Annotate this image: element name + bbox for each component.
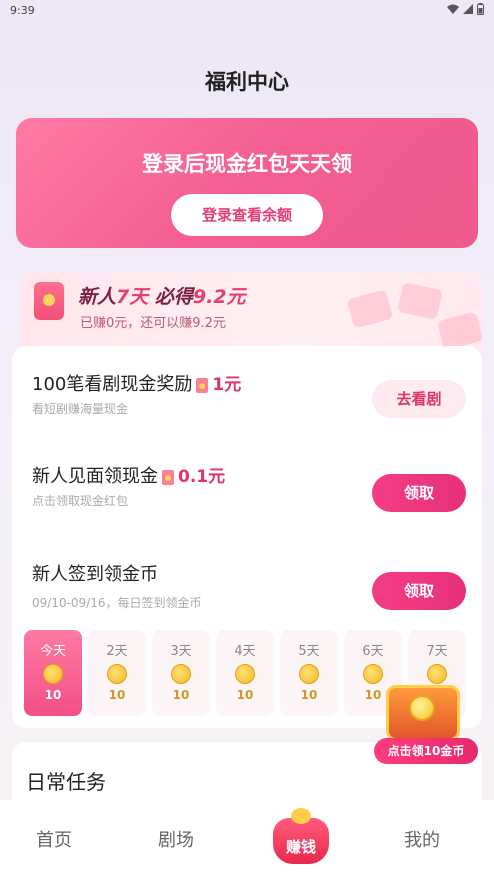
go-watch-button[interactable]: 去看剧 xyxy=(372,380,466,418)
checkin-day-5[interactable]: 5天 10 xyxy=(280,630,338,716)
signal-icon xyxy=(463,4,473,17)
day-label: 4天 xyxy=(234,644,256,659)
mini-envelope-icon xyxy=(196,377,209,393)
wifi-icon xyxy=(447,4,459,17)
daily-tasks-title: 日常任务 xyxy=(26,770,106,794)
checkin-day-1[interactable]: 今天 10 xyxy=(24,630,82,716)
login-check-balance-button[interactable]: 登录查看余额 xyxy=(171,194,323,236)
task-title: 新人签到领金币 xyxy=(32,564,158,585)
task-row-newbie-cash: 新人见面领现金 0.1元 点击领取现金红包 领取 xyxy=(12,460,482,520)
treasure-chest-button[interactable]: 点击领10金币 xyxy=(374,738,478,764)
day-amount: 10 xyxy=(44,688,62,702)
decorative-envelope-icon xyxy=(436,311,484,351)
day-label: 2天 xyxy=(106,644,128,659)
newbie-bonus-title: 新人7天 必得9.2元 xyxy=(78,282,246,309)
day-label: 7天 xyxy=(426,644,448,659)
decorative-envelope-icon xyxy=(346,289,394,329)
task-reward: 1元 xyxy=(212,375,242,395)
newbie-title-amount: 9.2元 xyxy=(192,286,246,308)
task-desc: 看短剧赚海量现金 xyxy=(32,402,129,416)
task-desc: 09/10-09/16，每日签到领金币 xyxy=(32,596,202,610)
task-row-watch-drama: 100笔看剧现金奖励 1元 看短剧赚海量现金 去看剧 xyxy=(12,368,482,428)
newbie-bonus-card: 新人7天 必得9.2元 已赚0元，还可以赚9.2元 xyxy=(20,272,484,357)
red-envelope-icon xyxy=(34,282,64,320)
coin-icon xyxy=(107,664,127,684)
money-bag-knot xyxy=(291,808,311,824)
claim-cash-button[interactable]: 领取 xyxy=(372,474,466,512)
coin-icon xyxy=(43,664,63,684)
day-amount: 10 xyxy=(172,688,190,702)
day-label: 今天 xyxy=(39,644,66,659)
tab-theater[interactable]: 剧场 xyxy=(158,826,194,852)
checkin-day-4[interactable]: 4天 10 xyxy=(216,630,274,716)
task-title: 100笔看剧现金奖励 1元 xyxy=(32,370,241,396)
battery-icon xyxy=(477,3,484,18)
day-amount: 10 xyxy=(300,688,318,702)
bottom-tab-bar: 首页 剧场 赚钱 我的 xyxy=(0,800,494,879)
tab-mine[interactable]: 我的 xyxy=(404,826,440,852)
day-label: 3天 xyxy=(170,644,192,659)
status-time: 9:39 xyxy=(10,4,35,17)
day-label: 6天 xyxy=(362,644,384,659)
claim-checkin-button[interactable]: 领取 xyxy=(372,572,466,610)
login-banner: 登录后现金红包天天领 登录查看余额 xyxy=(16,118,478,248)
mini-envelope-icon xyxy=(162,469,174,485)
tab-home[interactable]: 首页 xyxy=(36,826,72,852)
status-bar: 9:39 xyxy=(0,0,494,22)
coin-icon xyxy=(171,664,191,684)
coin-icon xyxy=(299,664,319,684)
coin-icon xyxy=(363,664,383,684)
coin-icon xyxy=(427,664,447,684)
task-reward: 0.1元 xyxy=(178,467,226,487)
task-row-checkin: 新人签到领金币 09/10-09/16，每日签到领金币 领取 xyxy=(12,558,482,618)
newbie-title-mid: 必得 xyxy=(148,286,193,308)
coin-icon xyxy=(235,664,255,684)
newbie-bonus-subtitle: 已赚0元，还可以赚9.2元 xyxy=(80,316,226,331)
tab-earn[interactable]: 赚钱 xyxy=(271,808,331,866)
status-icons xyxy=(447,3,484,18)
newbie-title-prefix: 新人 xyxy=(78,286,117,308)
day-amount: 10 xyxy=(236,688,254,702)
checkin-day-2[interactable]: 2天 10 xyxy=(88,630,146,716)
task-title: 新人见面领现金 0.1元 xyxy=(32,462,225,488)
page-title: 福利中心 xyxy=(205,70,289,94)
day-amount: 10 xyxy=(108,688,126,702)
task-desc: 点击领取现金红包 xyxy=(32,494,129,508)
task-title-text: 新人见面领现金 xyxy=(32,466,158,487)
task-title-text: 100笔看剧现金奖励 xyxy=(32,374,193,395)
newbie-title-days: 7天 xyxy=(116,286,149,308)
tab-earn-label: 赚钱 xyxy=(285,838,316,856)
login-banner-title: 登录后现金红包天天领 xyxy=(142,152,352,176)
day-label: 5天 xyxy=(298,644,320,659)
decorative-envelope-icon xyxy=(397,282,443,320)
checkin-day-3[interactable]: 3天 10 xyxy=(152,630,210,716)
tasks-card: 100笔看剧现金奖励 1元 看短剧赚海量现金 去看剧 新人见面领现金 0.1元 点击… xyxy=(12,346,482,728)
coin-icon xyxy=(409,695,435,721)
